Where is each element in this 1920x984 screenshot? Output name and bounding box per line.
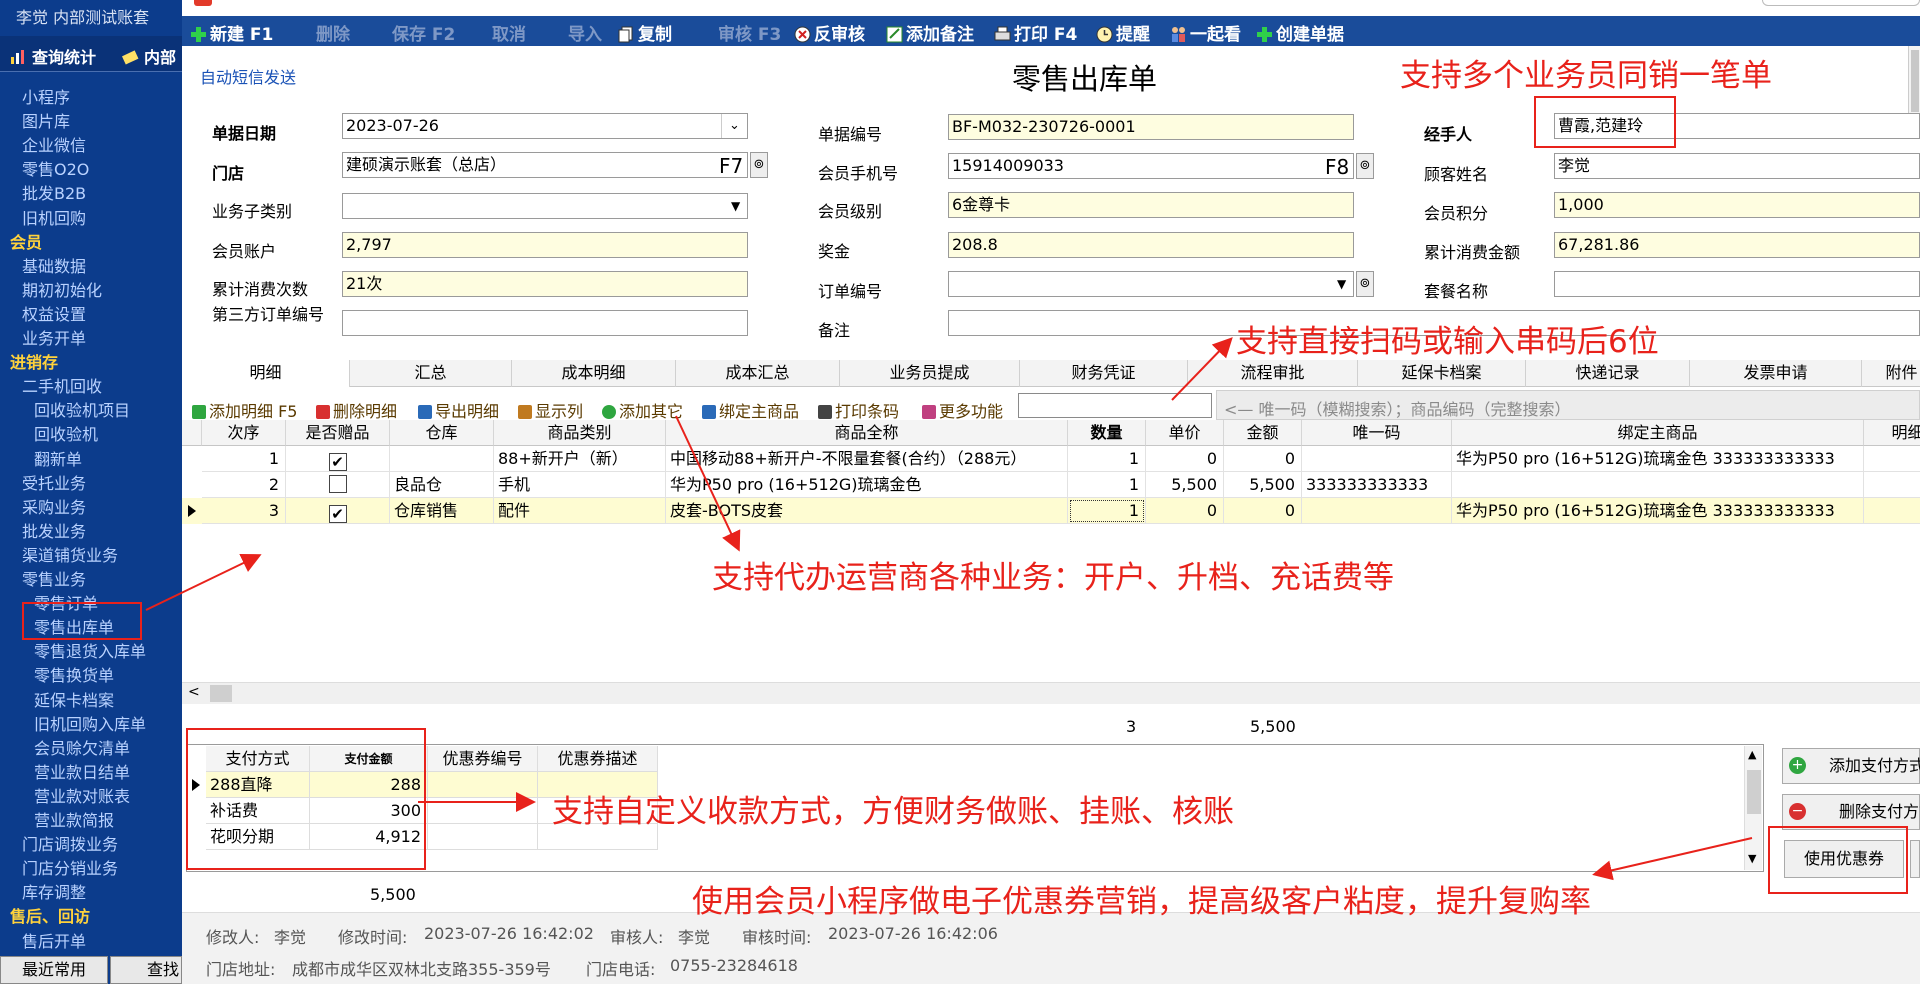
arrow-to-nav: [145, 553, 262, 611]
arrow-to-coupon: [1592, 837, 1753, 881]
arrow-to-scan: [1171, 337, 1233, 401]
annotation-arrows: [145, 337, 1753, 881]
arrow-to-agent: [675, 415, 741, 552]
